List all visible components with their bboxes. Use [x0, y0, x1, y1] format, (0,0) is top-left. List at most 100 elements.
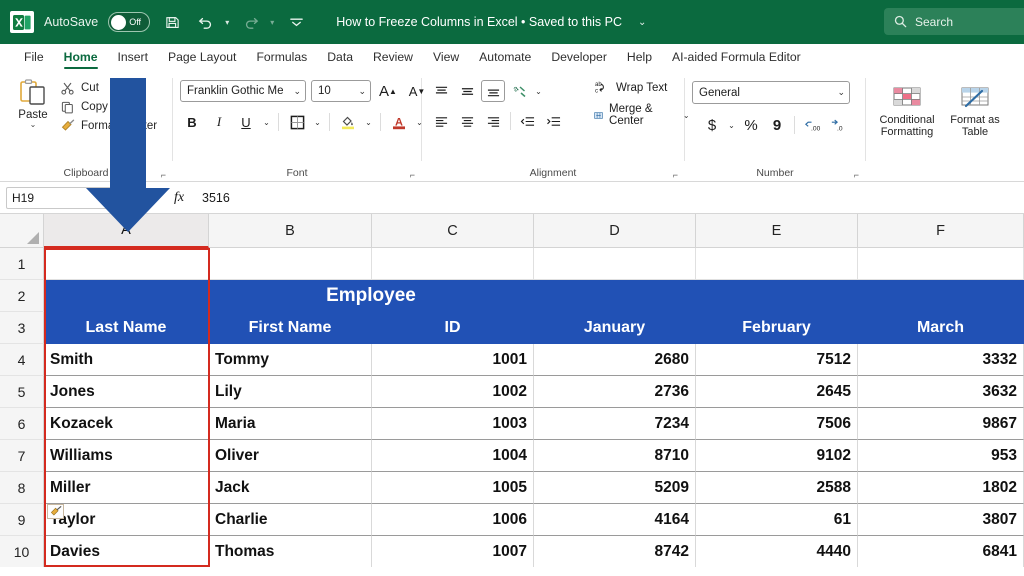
merge-center-button[interactable]: Merge & Center ⌄ — [594, 103, 690, 127]
bold-button[interactable]: B — [180, 111, 204, 133]
cell-e2[interactable] — [696, 280, 858, 312]
cell-d1[interactable] — [534, 248, 696, 280]
fx-icon[interactable]: fx — [168, 190, 190, 206]
fill-color-chevron-down-icon[interactable]: ⌄ — [363, 118, 374, 127]
cell-b9[interactable]: Charlie — [209, 504, 372, 536]
customize-quick-access-icon[interactable] — [284, 10, 308, 34]
row-header-3[interactable]: 3 — [0, 312, 44, 344]
header-february[interactable]: February — [696, 312, 858, 344]
row-header-2[interactable]: 2 — [0, 280, 44, 312]
row-header-1[interactable]: 1 — [0, 248, 44, 280]
column-header-f[interactable]: F — [858, 214, 1024, 248]
save-icon[interactable] — [160, 10, 184, 34]
align-left-button[interactable] — [429, 110, 453, 132]
cell-b4[interactable]: Tommy — [209, 344, 372, 376]
cell-d9[interactable]: 4164 — [534, 504, 696, 536]
tab-formulas[interactable]: Formulas — [246, 44, 317, 70]
enter-icon[interactable]: ✓ — [142, 190, 164, 206]
row-header-4[interactable]: 4 — [0, 344, 44, 376]
cell-e8[interactable]: 2588 — [696, 472, 858, 504]
underline-button[interactable]: U — [234, 111, 258, 133]
column-header-a[interactable]: A — [44, 214, 209, 248]
cell-a10[interactable]: Davies — [44, 536, 209, 567]
cell-c5[interactable]: 1002 — [372, 376, 534, 408]
cell-d4[interactable]: 2680 — [534, 344, 696, 376]
name-box[interactable]: H19 ⌄ — [6, 186, 112, 209]
header-id[interactable]: ID — [372, 312, 534, 344]
currency-button[interactable]: $ — [700, 114, 724, 136]
column-header-c[interactable]: C — [372, 214, 534, 248]
header-january[interactable]: January — [534, 312, 696, 344]
cell-f8[interactable]: 1802 — [858, 472, 1024, 504]
row-header-9[interactable]: 9 — [0, 504, 44, 536]
cell-f5[interactable]: 3632 — [858, 376, 1024, 408]
align-middle-button[interactable] — [455, 80, 479, 102]
cell-a4[interactable]: Smith — [44, 344, 209, 376]
redo-dropdown-icon[interactable]: ▾ — [270, 18, 274, 27]
cell-b8[interactable]: Jack — [209, 472, 372, 504]
underline-chevron-down-icon[interactable]: ⌄ — [261, 118, 272, 127]
cell-f10[interactable]: 6841 — [858, 536, 1024, 567]
cell-e6[interactable]: 7506 — [696, 408, 858, 440]
merged-title-employee[interactable]: Employee — [209, 280, 534, 312]
tab-help[interactable]: Help — [617, 44, 662, 70]
align-bottom-button[interactable] — [481, 80, 505, 102]
column-header-e[interactable]: E — [696, 214, 858, 248]
cell-e4[interactable]: 7512 — [696, 344, 858, 376]
select-all-corner[interactable] — [0, 214, 44, 248]
cell-c8[interactable]: 1005 — [372, 472, 534, 504]
align-center-button[interactable] — [455, 110, 479, 132]
copy-button[interactable]: Copy — [59, 99, 157, 115]
tab-developer[interactable]: Developer — [541, 44, 617, 70]
cell-a9[interactable]: Taylor — [44, 504, 209, 536]
cell-f9[interactable]: 3807 — [858, 504, 1024, 536]
cell-e10[interactable]: 4440 — [696, 536, 858, 567]
cell-a6[interactable]: Kozacek — [44, 408, 209, 440]
borders-chevron-down-icon[interactable]: ⌄ — [312, 118, 323, 127]
orientation-chevron-down-icon[interactable]: ⌄ — [533, 87, 544, 96]
decrease-indent-button[interactable] — [516, 110, 540, 132]
cell-a5[interactable]: Jones — [44, 376, 209, 408]
conditional-formatting-button[interactable]: Conditional Formatting — [873, 82, 941, 138]
increase-font-size-button[interactable]: A ▲ — [376, 80, 400, 102]
tab-automate[interactable]: Automate — [469, 44, 541, 70]
cell-c4[interactable]: 1001 — [372, 344, 534, 376]
cell-c9[interactable]: 1006 — [372, 504, 534, 536]
tab-file[interactable]: File — [14, 44, 54, 70]
cell-b7[interactable]: Oliver — [209, 440, 372, 472]
cell-a7[interactable]: Williams — [44, 440, 209, 472]
borders-button[interactable] — [285, 111, 309, 133]
row-header-10[interactable]: 10 — [0, 536, 44, 567]
font-dialog-launcher-icon[interactable]: ⌐ — [410, 167, 415, 184]
cell-e9[interactable]: 61 — [696, 504, 858, 536]
paste-button[interactable]: Paste ⌄ — [7, 76, 59, 129]
cell-d5[interactable]: 2736 — [534, 376, 696, 408]
cell-e7[interactable]: 9102 — [696, 440, 858, 472]
cell-d7[interactable]: 8710 — [534, 440, 696, 472]
wrap-text-button[interactable]: ab c Wrap Text — [594, 80, 690, 95]
paste-dropdown-icon[interactable]: ⌄ — [30, 121, 37, 129]
cell-f4[interactable]: 3332 — [858, 344, 1024, 376]
cell-a1[interactable] — [44, 248, 209, 280]
cell-b6[interactable]: Maria — [209, 408, 372, 440]
undo-dropdown-icon[interactable]: ▾ — [225, 18, 229, 27]
tab-view[interactable]: View — [423, 44, 469, 70]
formula-input[interactable]: 3516 — [194, 187, 1018, 209]
header-first-name[interactable]: First Name — [209, 312, 372, 344]
align-top-button[interactable] — [429, 80, 453, 102]
font-name-combo[interactable]: Franklin Gothic Me ⌄ — [180, 80, 306, 102]
number-format-combo[interactable]: General ⌄ — [692, 81, 850, 104]
percent-style-button[interactable]: % — [739, 114, 763, 136]
column-header-d[interactable]: D — [534, 214, 696, 248]
row-header-6[interactable]: 6 — [0, 408, 44, 440]
increase-indent-button[interactable] — [542, 110, 566, 132]
number-format-chevron-down-icon[interactable]: ⌄ — [837, 87, 845, 98]
format-painter-button[interactable]: Format Painter — [59, 118, 157, 134]
cell-c7[interactable]: 1004 — [372, 440, 534, 472]
row-header-8[interactable]: 8 — [0, 472, 44, 504]
tab-data[interactable]: Data — [317, 44, 363, 70]
cell-b1[interactable] — [209, 248, 372, 280]
cell-b5[interactable]: Lily — [209, 376, 372, 408]
cell-d10[interactable]: 8742 — [534, 536, 696, 567]
title-chevron-down-icon[interactable]: ⌄ — [638, 17, 646, 28]
